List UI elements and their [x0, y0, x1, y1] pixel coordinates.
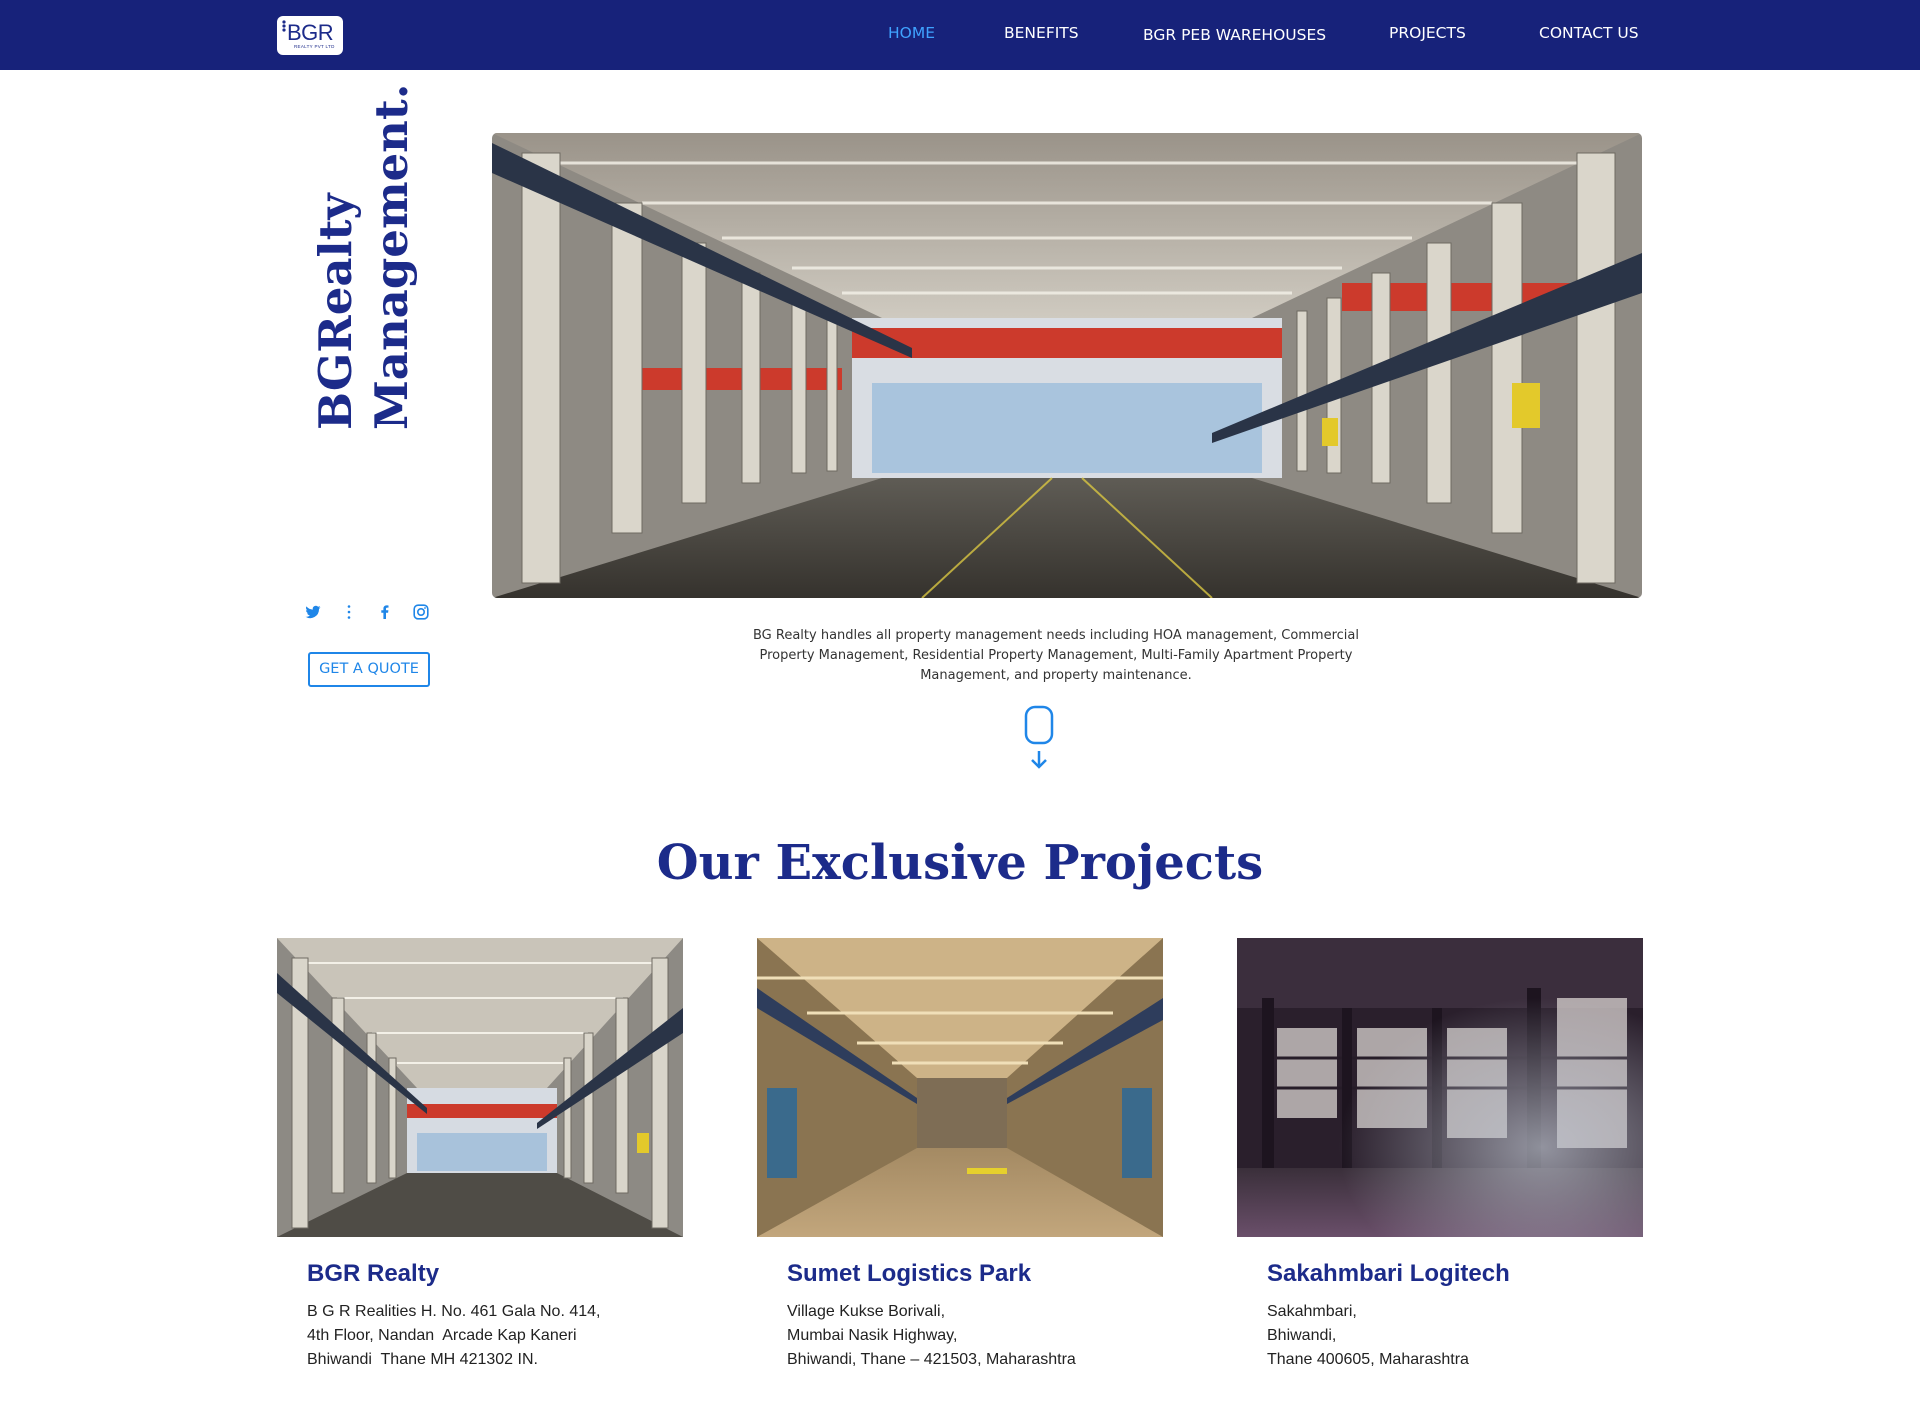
address-line: Village Kukse Borivali, — [787, 1303, 946, 1320]
address-line: Thane 400605, Maharashtra — [1267, 1351, 1469, 1368]
top-navigation-bar: BGR REALTY PVT LTD HOME BENEFITS BGR PEB… — [0, 0, 1920, 70]
nav-benefits[interactable]: BENEFITS — [1004, 24, 1079, 42]
project-address: B G R Realities H. No. 461 Gala No. 414,… — [307, 1300, 600, 1372]
address-line: Bhiwandi, — [1267, 1327, 1337, 1344]
brand-logo[interactable]: BGR REALTY PVT LTD — [277, 16, 343, 55]
projects-section-title: Our Exclusive Projects — [656, 835, 1264, 891]
address-line: Sakahmbari, — [1267, 1303, 1357, 1320]
instagram-icon[interactable] — [412, 603, 430, 621]
project-title[interactable]: BGR Realty — [307, 1260, 439, 1288]
address-line: 4th Floor, Nandan Arcade Kap Kaneri — [307, 1327, 577, 1344]
hero-title: BGRealty Management. — [308, 83, 420, 430]
twitter-icon[interactable] — [304, 603, 322, 621]
more-icon[interactable] — [340, 603, 358, 621]
project-title[interactable]: Sumet Logistics Park — [787, 1260, 1031, 1288]
project-image-bgr-realty[interactable] — [277, 938, 683, 1237]
hero-title-line-2: Management. — [365, 83, 418, 430]
project-address: Village Kukse Borivali, Mumbai Nasik Hig… — [787, 1300, 1076, 1372]
scroll-down-icon[interactable] — [1024, 705, 1054, 770]
nav-home[interactable]: HOME — [888, 24, 935, 42]
nav-bgr-peb-warehouses[interactable]: BGR PEB WAREHOUSES — [1143, 26, 1326, 44]
logo-subtext: REALTY PVT LTD — [294, 44, 335, 49]
project-image-sakahmbari-logitech[interactable] — [1237, 938, 1643, 1237]
project-title[interactable]: Sakahmbari Logitech — [1267, 1260, 1510, 1288]
hero-description: BG Realty handles all property managemen… — [752, 628, 1359, 683]
address-line: Mumbai Nasik Highway, — [787, 1327, 958, 1344]
hero-title-line-1: BGRealty — [309, 193, 362, 430]
project-address: Sakahmbari, Bhiwandi, Thane 400605, Maha… — [1267, 1300, 1469, 1372]
address-line: B G R Realities H. No. 461 Gala No. 414, — [307, 1303, 601, 1320]
nav-projects[interactable]: PROJECTS — [1389, 24, 1466, 42]
logo-text: BGR — [287, 20, 334, 45]
facebook-icon[interactable] — [376, 603, 394, 621]
hero-warehouse-image — [492, 133, 1642, 598]
nav-contact-us[interactable]: CONTACT US — [1539, 24, 1639, 42]
address-line: Bhiwandi Thane MH 421302 IN. — [307, 1351, 538, 1368]
project-image-sumet-logistics-park[interactable] — [757, 938, 1163, 1237]
address-line: Bhiwandi, Thane – 421503, Maharashtra — [787, 1351, 1076, 1368]
get-a-quote-button[interactable]: GET A QUOTE — [308, 652, 430, 687]
